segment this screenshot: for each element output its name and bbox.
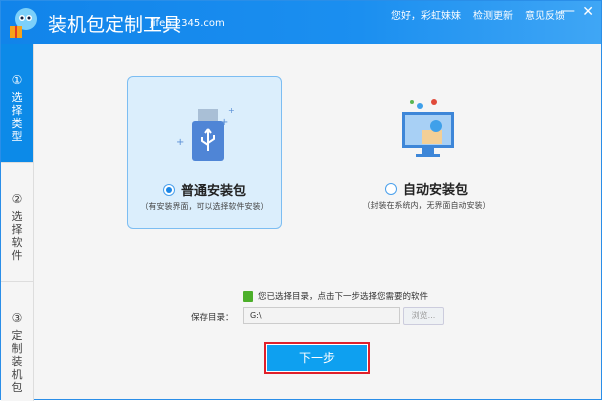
close-button[interactable]: ✕ (582, 4, 594, 20)
browse-button[interactable]: 浏览... (403, 307, 444, 325)
radio-auto[interactable] (384, 182, 397, 195)
status-note: 您已选择目录，点击下一步选择您需要的软件 (243, 290, 428, 302)
step-number: ② (11, 192, 23, 206)
status-text: 您已选择目录，点击下一步选择您需要的软件 (258, 292, 429, 302)
option-normal-package[interactable]: + + + 普通安装包 （有安装界面，可以选择软件安装） (127, 76, 282, 229)
minimize-button[interactable]: — (561, 3, 575, 19)
step-select-software[interactable]: ② 选择软件 (1, 163, 33, 282)
step-sidebar: ① 选择类型 ② 选择软件 ③ 定制装机包 (1, 44, 34, 401)
sd-card-icon (243, 290, 253, 302)
radio-normal[interactable] (162, 183, 175, 196)
option-label: 自动安装包 (402, 183, 468, 198)
feedback-link[interactable]: 意见反馈 (525, 7, 565, 22)
octopus-logo-icon (10, 8, 37, 38)
step-label: 定制装机包 (11, 329, 23, 394)
svg-text:+: + (176, 137, 184, 148)
option-description: （有安装界面，可以选择软件安装） (140, 202, 269, 211)
next-button-label: 下一步 (267, 345, 367, 371)
option-description: （封装在系统内，无界面自动安装） (362, 201, 491, 210)
step-number: ③ (11, 311, 23, 325)
monitor-software-icon (401, 99, 454, 157)
step-customize-package[interactable]: ③ 定制装机包 (1, 282, 33, 401)
step-number: ① (11, 73, 23, 87)
title-bar: 装机包定制工具 jifen.2345.com 您好，彩虹妹妹 检测更新 意见反馈… (1, 1, 601, 44)
option-auto-package[interactable]: 自动安装包 （封装在系统内，无界面自动安装） (349, 76, 504, 229)
save-dir-label: 保存目录： (191, 313, 234, 323)
next-button[interactable]: 下一步 (264, 342, 370, 374)
save-dir-input[interactable]: G:\ (243, 307, 400, 324)
option-label: 普通安装包 (180, 184, 246, 199)
check-update-link[interactable]: 检测更新 (473, 7, 513, 22)
step-label: 选择类型 (11, 91, 23, 143)
site-link[interactable]: jifen.2345.com (150, 18, 225, 29)
step-label: 选择软件 (11, 210, 23, 262)
svg-text:+: + (228, 106, 235, 115)
step-select-type[interactable]: ① 选择类型 (1, 44, 33, 163)
greeting: 您好，彩虹妹妹 (391, 11, 461, 22)
usb-drive-icon: +++ (176, 106, 235, 161)
app-window: 装机包定制工具 jifen.2345.com 您好，彩虹妹妹 检测更新 意见反馈… (0, 0, 602, 401)
svg-text:+: + (220, 117, 228, 128)
